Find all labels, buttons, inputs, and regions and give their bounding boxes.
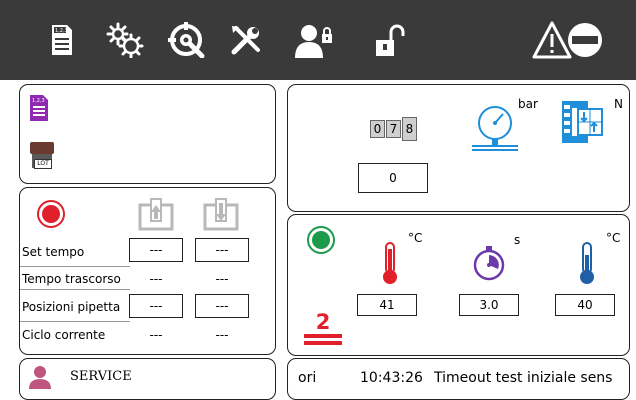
temp2-unit: °C xyxy=(606,231,621,245)
row-separator xyxy=(20,321,130,322)
recipe-list-icon-text: 1,2,3 xyxy=(55,28,68,34)
tempo-trascorso-value-1: --- xyxy=(149,272,163,286)
ciclo-corrente-value-2: --- xyxy=(215,328,229,342)
pipette-up-icon[interactable] xyxy=(138,197,174,235)
status-prefix: ori xyxy=(298,370,317,386)
tempo-trascorso-value-2: --- xyxy=(215,272,229,286)
ciclo-corrente-label: Ciclo corrente xyxy=(22,328,106,342)
recipe-list-icon[interactable]: 1,2,3 xyxy=(42,0,82,80)
unlock-icon[interactable] xyxy=(365,0,415,80)
counter-digit: 8 xyxy=(402,117,417,141)
settings-gears-icon[interactable] xyxy=(100,0,150,80)
calibration-icon[interactable] xyxy=(163,0,213,80)
counter-value-field[interactable]: 0 xyxy=(358,163,428,193)
set-tempo-label: Set tempo xyxy=(22,245,85,259)
row-separator xyxy=(20,289,130,290)
temperature-timer-panel: °C s °C 41 3.0 40 2 xyxy=(287,214,630,356)
force-clamp-icon xyxy=(558,99,608,149)
pressure-unit: bar xyxy=(518,97,538,111)
step-number: 2 xyxy=(315,310,331,334)
pressure-gauge-icon xyxy=(470,103,520,157)
timer-value-field[interactable]: 3.0 xyxy=(459,294,519,316)
counter-icon: 0 7 8 xyxy=(370,117,417,141)
thermometer-red-icon xyxy=(380,241,400,289)
lot-label: LOT xyxy=(34,159,52,169)
counter-digit: 7 xyxy=(386,120,401,138)
thermometer-blue-icon xyxy=(577,241,597,289)
posizioni-pipetta-field-1[interactable]: --- xyxy=(129,294,183,318)
temp1-value-field[interactable]: 41 xyxy=(357,294,417,316)
top-toolbar: 1,2,3 xyxy=(0,0,636,80)
step-indicator: 2 xyxy=(304,311,342,345)
status-message: Timeout test iniziale sens xyxy=(434,370,613,386)
timer-unit: s xyxy=(514,233,521,247)
set-tempo-field-2[interactable]: --- xyxy=(195,238,249,262)
counter-digit: 0 xyxy=(370,120,385,138)
temp1-unit: °C xyxy=(408,231,423,245)
user-lock-icon[interactable] xyxy=(290,0,340,80)
temp2-value-field[interactable]: 40 xyxy=(555,294,615,316)
lot-icon-lid xyxy=(30,142,54,154)
pressure-force-panel: 0 7 8 0 bar N xyxy=(287,84,630,212)
record-button[interactable] xyxy=(36,199,66,233)
warning-stop-icon[interactable] xyxy=(530,0,610,80)
user-panel[interactable]: SERVICE xyxy=(19,358,276,400)
pipette-down-icon[interactable] xyxy=(203,197,239,235)
status-panel[interactable]: ori 10:43:26 Timeout test iniziale sens xyxy=(287,358,630,400)
tempo-trascorso-label: Tempo trascorso xyxy=(22,272,121,286)
user-label: SERVICE xyxy=(70,369,132,384)
lot-icon[interactable]: LOT xyxy=(30,142,54,170)
running-status-indicator xyxy=(306,225,336,259)
set-tempo-field-1[interactable]: --- xyxy=(129,238,183,262)
posizioni-pipetta-label: Posizioni pipetta xyxy=(22,300,121,314)
row-separator xyxy=(20,266,130,267)
recipe-lot-panel: 1,2,3 LOT xyxy=(19,84,276,184)
ciclo-corrente-value-1: --- xyxy=(149,328,163,342)
status-time: 10:43:26 xyxy=(360,370,423,386)
step-bar xyxy=(304,341,342,345)
recipe-icon[interactable]: 1,2,3 xyxy=(30,95,48,125)
tools-icon[interactable] xyxy=(226,0,266,80)
step-bar xyxy=(304,334,342,338)
force-unit: N xyxy=(614,97,623,111)
test-parameters-panel: Set tempo --- --- Tempo trascorso --- --… xyxy=(19,187,276,355)
stopwatch-icon xyxy=(471,245,507,285)
posizioni-pipetta-field-2[interactable]: --- xyxy=(195,294,249,318)
recipe-icon-text: 1,2,3 xyxy=(32,98,45,104)
